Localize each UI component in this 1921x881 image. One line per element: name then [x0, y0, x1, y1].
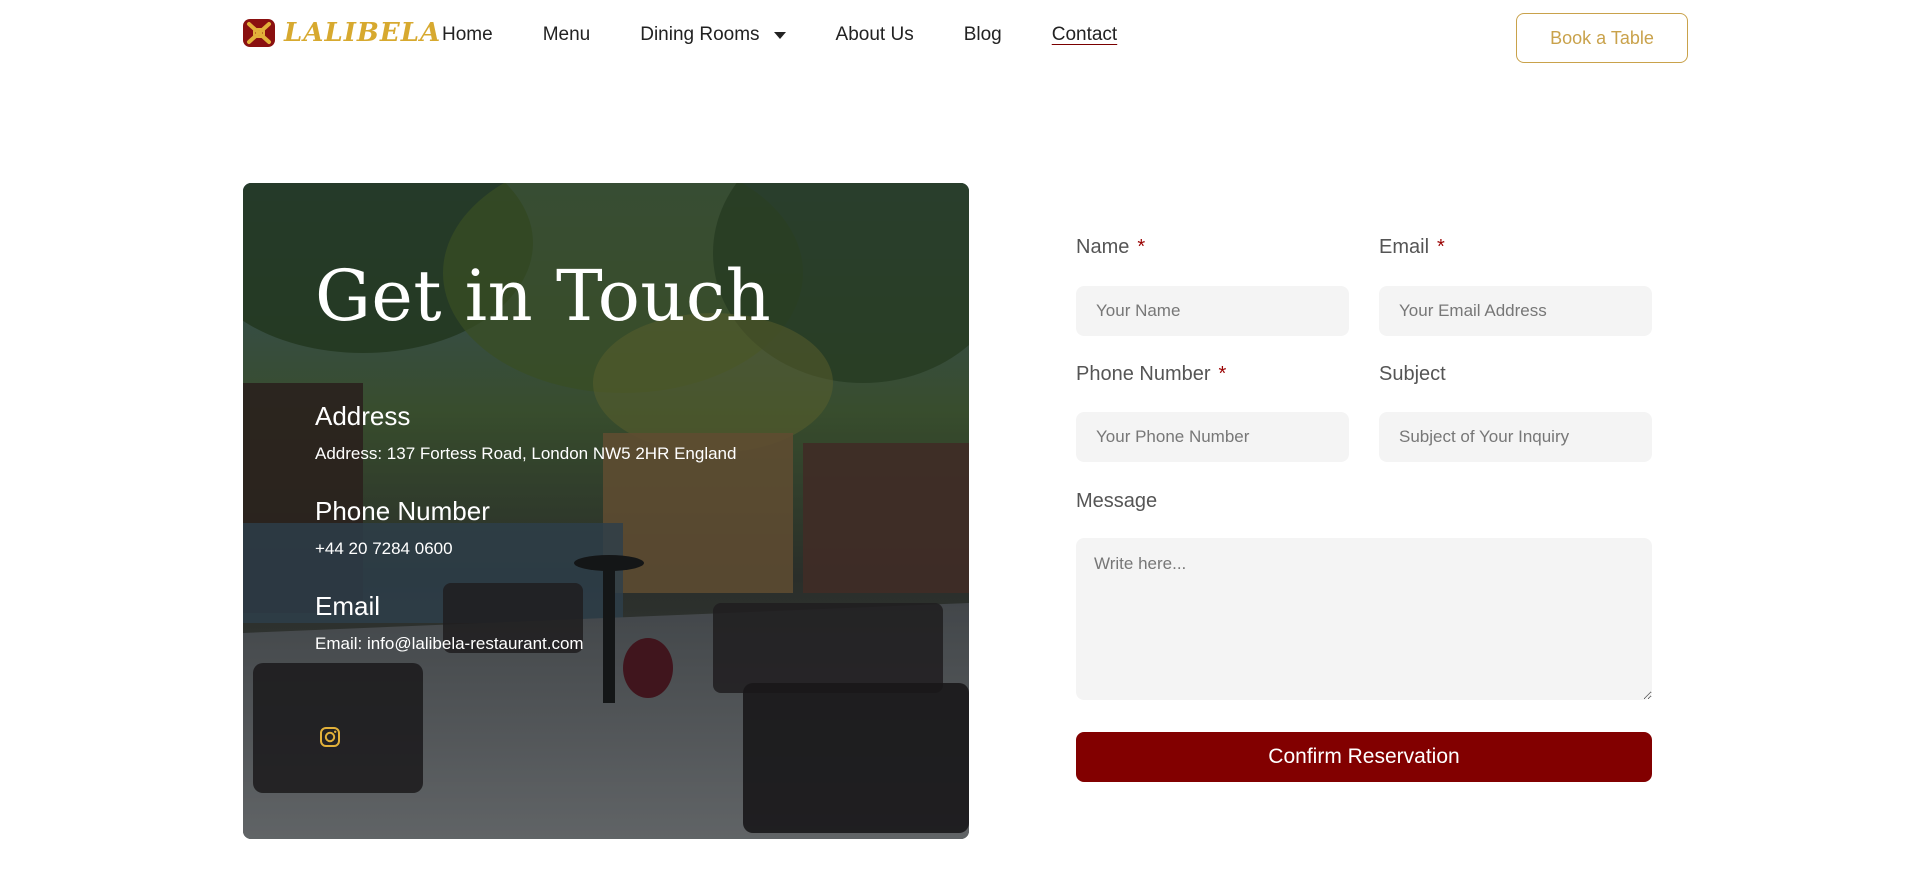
book-table-button[interactable]: Book a Table: [1516, 13, 1688, 63]
site-header: LALIBELA Home Menu Dining Rooms About Us…: [0, 0, 1921, 76]
name-required-mark: *: [1137, 236, 1146, 258]
brand-name: LALIBELA: [284, 18, 442, 48]
name-label: Name *: [1076, 236, 1145, 259]
email-label: Email *: [1379, 236, 1445, 259]
nav-blog[interactable]: Blog: [964, 24, 1002, 46]
address-text: Address: 137 Fortess Road, London NW5 2H…: [315, 444, 737, 463]
name-input[interactable]: [1076, 286, 1349, 336]
logo-mark-icon: [243, 19, 275, 47]
address-heading: Address: [315, 401, 411, 431]
message-textarea[interactable]: [1076, 538, 1652, 700]
phone-text[interactable]: +44 20 7284 0600: [315, 539, 771, 559]
phone-label-text: Phone Number: [1076, 363, 1211, 385]
name-label-text: Name: [1076, 236, 1130, 258]
nav-about-us[interactable]: About Us: [836, 24, 914, 46]
nav-dining-rooms[interactable]: Dining Rooms: [640, 24, 786, 46]
brand-logo[interactable]: LALIBELA: [242, 18, 441, 48]
email-label-text: Email: [1379, 236, 1430, 258]
email-input[interactable]: [1379, 286, 1652, 336]
contact-info-content: Get in Touch Address Address: 137 Fortes…: [315, 261, 771, 686]
email-required-mark: *: [1437, 236, 1445, 258]
nav-contact[interactable]: Contact: [1052, 24, 1117, 46]
get-in-touch-title: Get in Touch: [315, 255, 772, 337]
nav-dining-rooms-label: Dining Rooms: [640, 24, 760, 45]
nav-home[interactable]: Home: [442, 24, 493, 46]
email-text[interactable]: Email: info@lalibela-restaurant.com: [315, 634, 771, 654]
email-heading: Email: [315, 591, 381, 621]
instagram-icon[interactable]: [319, 726, 341, 748]
phone-required-mark: *: [1218, 363, 1227, 385]
message-label: Message: [1076, 490, 1157, 513]
main-nav: Home Menu Dining Rooms About Us Blog Con…: [442, 24, 1167, 46]
phone-input[interactable]: [1076, 412, 1349, 462]
contact-info-card: Get in Touch Address Address: 137 Fortes…: [243, 183, 969, 839]
subject-label: Subject: [1379, 363, 1446, 386]
message-label-text: Message: [1076, 490, 1158, 512]
phone-label: Phone Number *: [1076, 363, 1226, 386]
confirm-reservation-button[interactable]: Confirm Reservation: [1076, 732, 1652, 782]
phone-heading: Phone Number: [315, 496, 490, 526]
subject-label-text: Subject: [1379, 363, 1446, 385]
subject-input[interactable]: [1379, 412, 1652, 462]
caret-down-icon: [773, 31, 786, 39]
nav-menu[interactable]: Menu: [543, 24, 591, 46]
